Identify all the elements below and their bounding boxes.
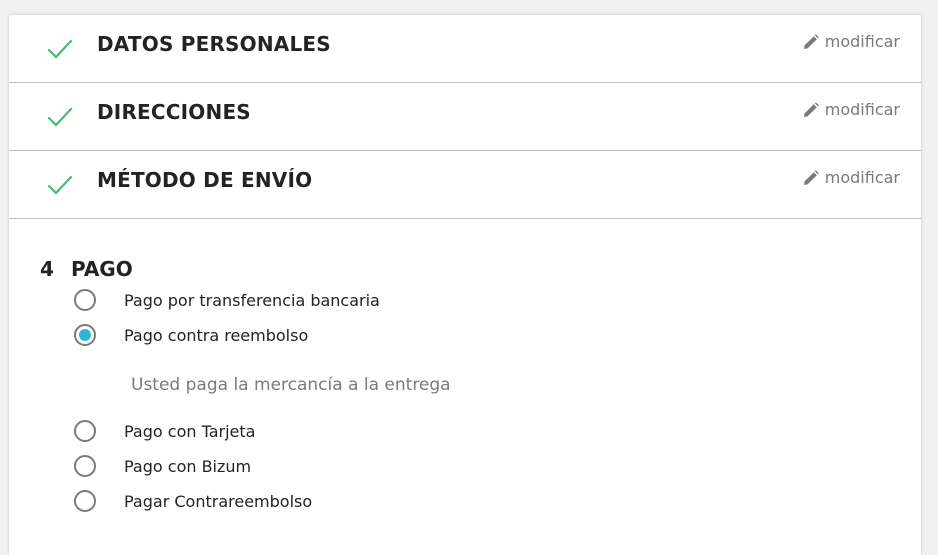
step-title-personal-info: DATOS PERSONALES: [97, 32, 331, 56]
payment-option-card[interactable]: Pago con Tarjeta: [74, 420, 255, 442]
step-title-shipping-method: MÉTODO DE ENVÍO: [97, 168, 313, 192]
pencil-icon: [803, 101, 819, 117]
edit-personal-info-link[interactable]: modificar: [803, 32, 900, 51]
payment-option-bizum[interactable]: Pago con Bizum: [74, 455, 251, 477]
checkout-panel: DATOS PERSONALES modificar DIRECCIONES m…: [9, 15, 921, 555]
payment-info-text: Usted paga la mercancía a la entrega: [131, 375, 451, 395]
radio-dot: [79, 329, 91, 341]
edit-label: modificar: [824, 100, 900, 119]
payment-option-contrareembolso[interactable]: Pagar Contrareembolso: [74, 490, 312, 512]
payment-option-label: Pago con Tarjeta: [124, 421, 256, 441]
edit-addresses-link[interactable]: modificar: [803, 100, 900, 119]
radio-button[interactable]: [74, 455, 96, 477]
step-personal-info[interactable]: DATOS PERSONALES modificar: [9, 15, 921, 83]
edit-label: modificar: [824, 32, 900, 51]
check-icon: [47, 175, 73, 195]
payment-option-label: Pago por transferencia bancaria: [124, 290, 380, 310]
payment-option-label: Pago con Bizum: [124, 456, 252, 476]
check-icon: [47, 107, 73, 127]
radio-button[interactable]: [74, 490, 96, 512]
payment-title: PAGO: [71, 257, 133, 281]
pencil-icon: [803, 33, 819, 49]
edit-shipping-method-link[interactable]: modificar: [803, 168, 900, 187]
payment-section: 4 PAGO Pago por transferencia bancaria P…: [9, 221, 921, 551]
step-title-addresses: DIRECCIONES: [97, 100, 251, 124]
step-number: 4: [40, 257, 54, 281]
radio-button-selected[interactable]: [74, 324, 96, 346]
edit-label: modificar: [824, 168, 900, 187]
pencil-icon: [803, 169, 819, 185]
payment-option-bank-transfer[interactable]: Pago por transferencia bancaria: [74, 289, 380, 311]
radio-button[interactable]: [74, 420, 96, 442]
payment-option-cash-on-delivery[interactable]: Pago contra reembolso: [74, 324, 308, 346]
payment-option-label: Pagar Contrareembolso: [124, 491, 313, 511]
radio-button[interactable]: [74, 289, 96, 311]
payment-option-label: Pago contra reembolso: [124, 325, 309, 345]
step-addresses[interactable]: DIRECCIONES modificar: [9, 83, 921, 151]
check-icon: [47, 39, 73, 59]
step-shipping-method[interactable]: MÉTODO DE ENVÍO modificar: [9, 151, 921, 219]
